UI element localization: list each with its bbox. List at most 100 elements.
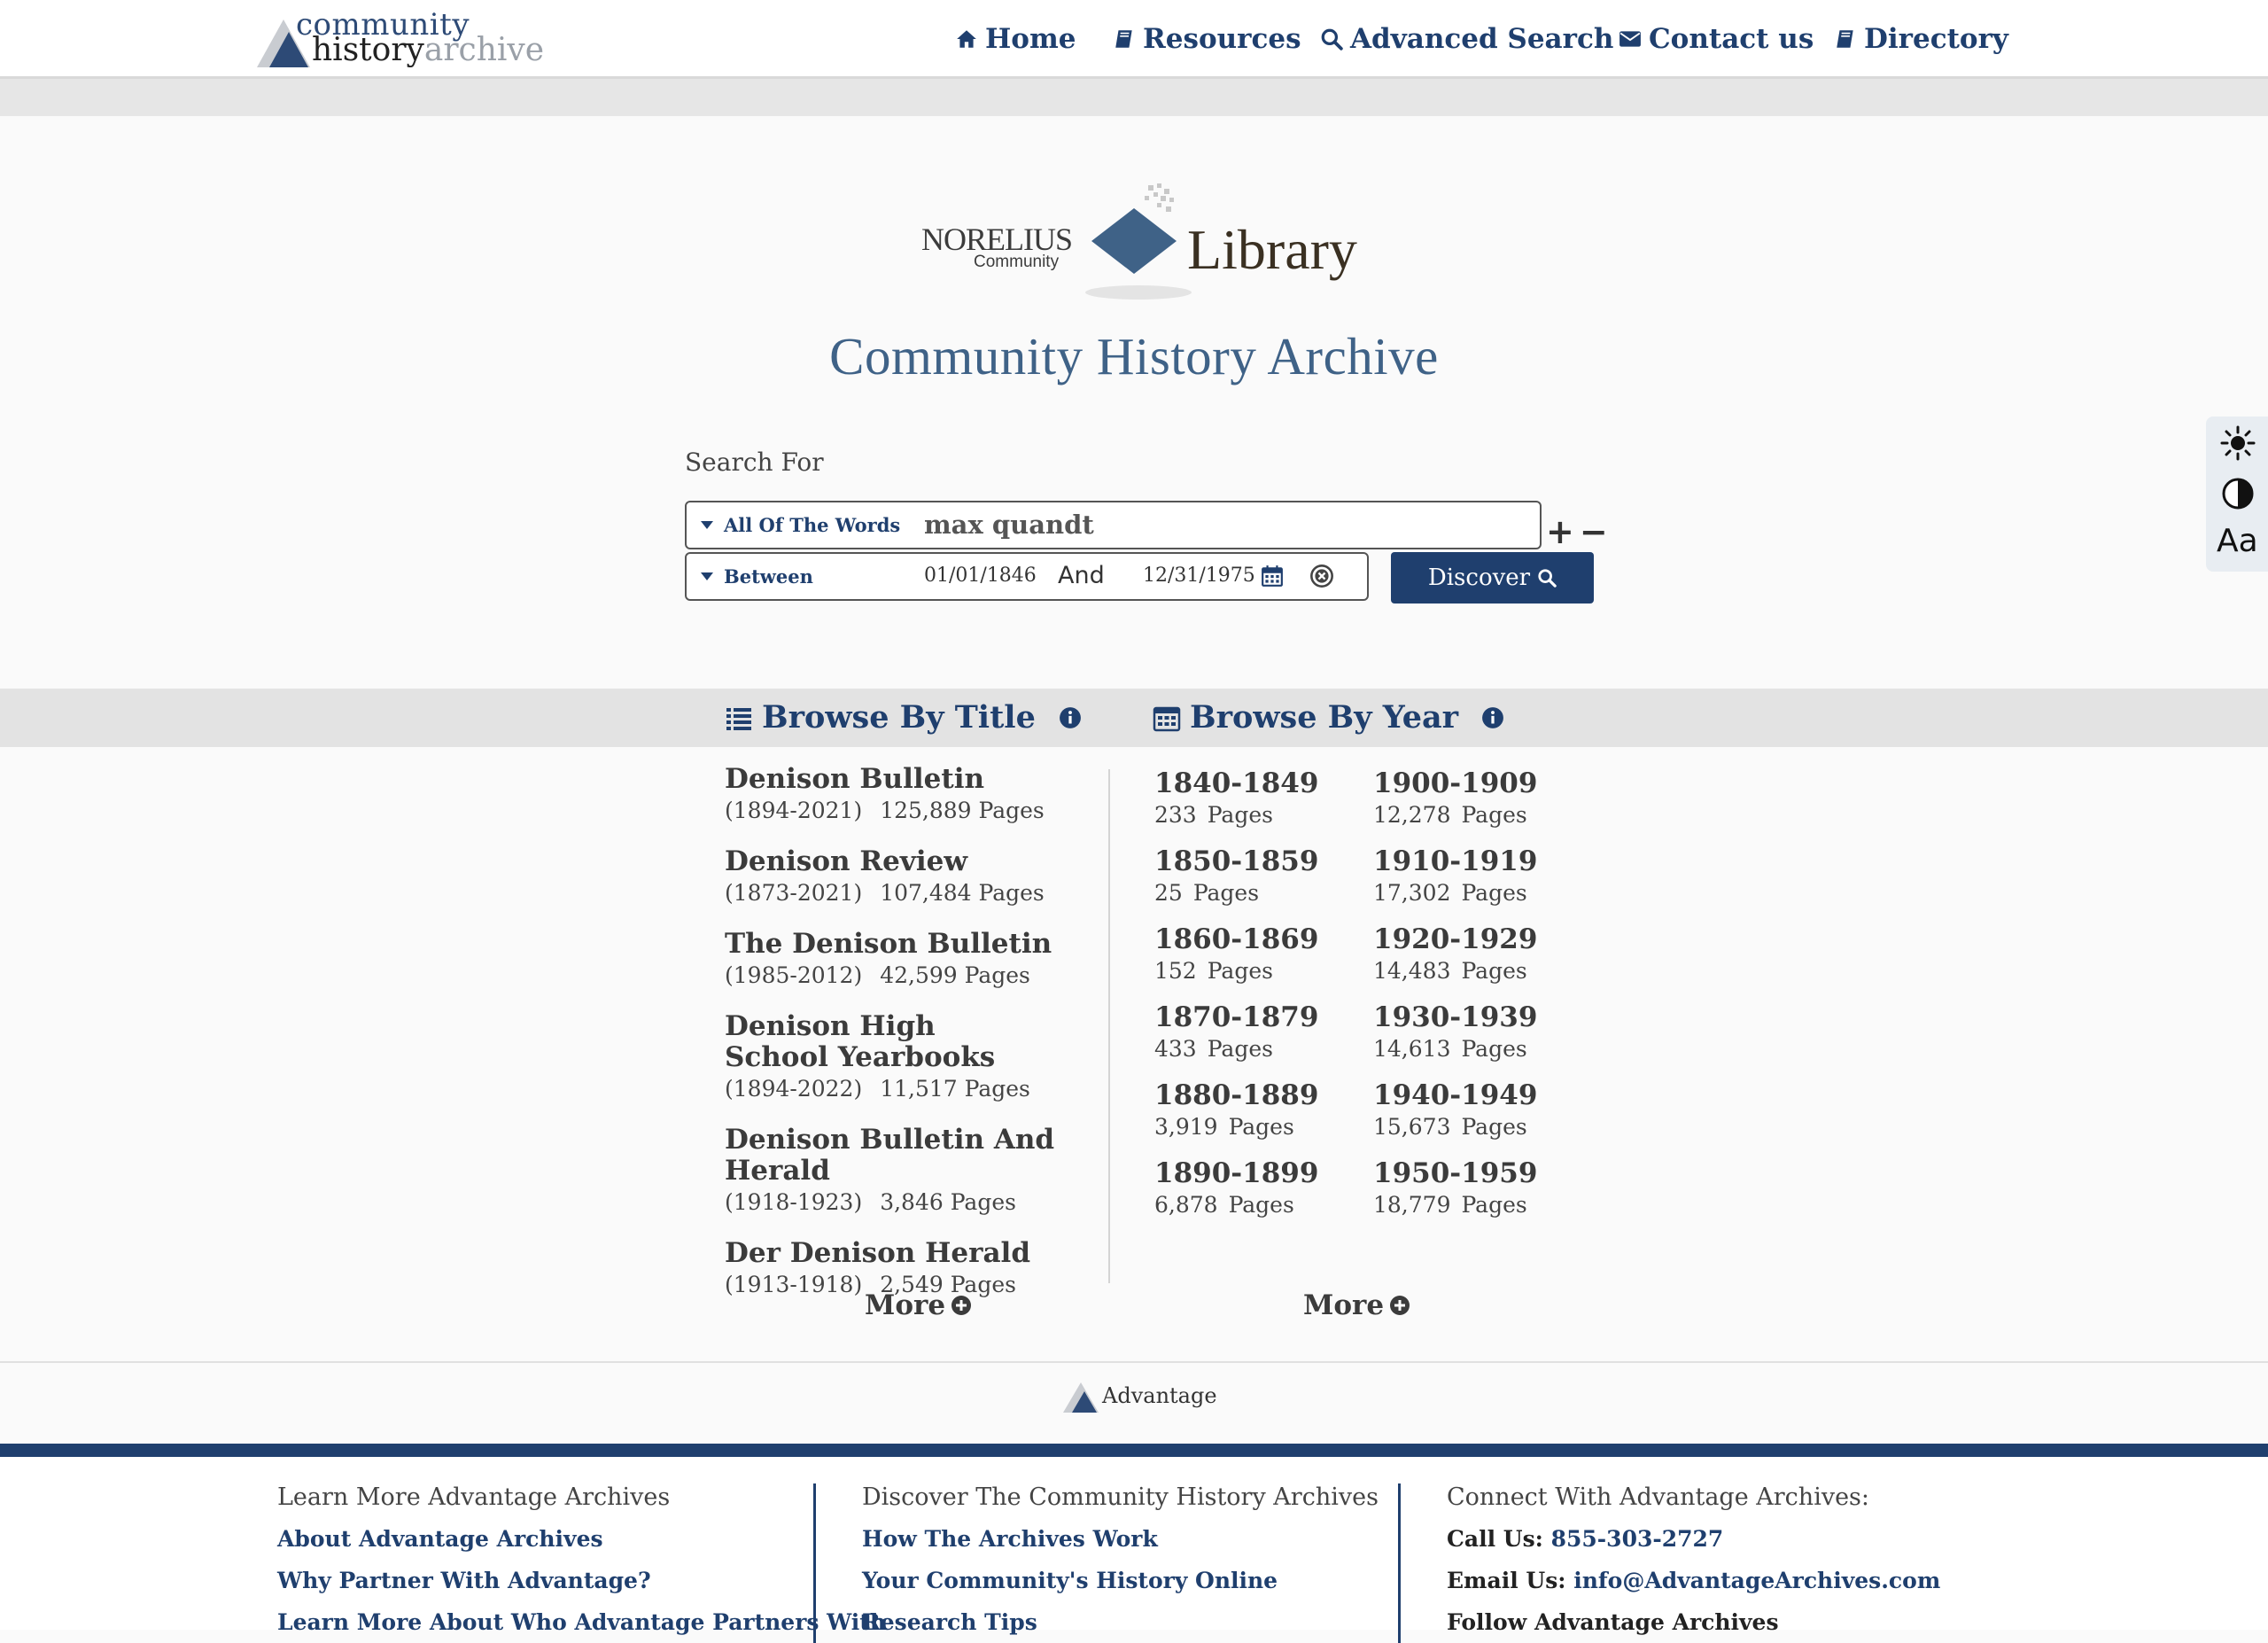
nav-directory-label: Directory bbox=[1864, 23, 2008, 55]
add-row-button[interactable]: + bbox=[1546, 512, 1580, 551]
section-divider bbox=[0, 1361, 2268, 1363]
search-mode-dropdown[interactable]: All Of The Words bbox=[701, 502, 900, 548]
more-titles-button[interactable]: More bbox=[865, 1289, 972, 1321]
date-to-input[interactable]: 12/31/1975 bbox=[1143, 565, 1255, 587]
title-name: Denison High School Yearbooks bbox=[725, 1010, 996, 1073]
brightness-icon[interactable] bbox=[2220, 425, 2256, 461]
search-query-row: All Of The Words max quandt bbox=[685, 501, 1542, 549]
title-list: Denison Bulletin (1894-2021) 125,889 Page… bbox=[725, 764, 1097, 1320]
year-item[interactable]: 1940-1949 15,673 Pages bbox=[1373, 1079, 1568, 1143]
year-item[interactable]: 1880-1889 3,919 Pages bbox=[1154, 1079, 1349, 1143]
title-item[interactable]: Denison High School Yearbooks (1894-2022… bbox=[725, 1011, 1097, 1105]
footer-divider bbox=[813, 1483, 816, 1643]
nav-home-label: Home bbox=[985, 23, 1076, 55]
year-item[interactable]: 1890-1899 6,878 Pages bbox=[1154, 1157, 1349, 1221]
phone-link[interactable]: 855-303-2727 bbox=[1551, 1526, 1724, 1552]
footer-heading: Discover The Community History Archives bbox=[862, 1483, 1379, 1511]
caret-down-icon bbox=[701, 572, 713, 580]
footer-divider bbox=[1398, 1483, 1401, 1643]
header-divider-band bbox=[0, 79, 2268, 116]
footer-col-discover: Discover The Community History Archives … bbox=[862, 1476, 1379, 1643]
list-icon bbox=[726, 707, 751, 730]
title-item[interactable]: Denison Bulletin And Herald (1918-1923) 3… bbox=[725, 1125, 1097, 1219]
text-size-button[interactable]: Aa bbox=[2217, 523, 2258, 559]
nav-resources[interactable]: Resources bbox=[1113, 23, 1301, 55]
footer-link[interactable]: About Advantage Archives bbox=[277, 1518, 886, 1560]
title-item[interactable]: Denison Review (1873-2021) 107,484 Pages bbox=[725, 846, 1097, 909]
plus-circle-icon bbox=[951, 1296, 972, 1315]
add-remove-row-controls: +− bbox=[1546, 512, 1613, 551]
discover-label: Discover bbox=[1427, 565, 1531, 591]
nav-home[interactable]: Home bbox=[955, 23, 1076, 55]
advantage-logo-text: Advantage bbox=[1102, 1383, 1217, 1408]
nav-advanced-search-label: Advanced Search bbox=[1350, 23, 1614, 55]
year-item[interactable]: 1910-1919 17,302 Pages bbox=[1373, 845, 1568, 909]
year-item[interactable]: 1870-1879 433 Pages bbox=[1154, 1001, 1349, 1065]
browse-by-title-label: Browse By Title bbox=[762, 699, 1036, 736]
plus-circle-icon bbox=[1390, 1296, 1410, 1315]
footer-follow: Follow Advantage Archives bbox=[1447, 1609, 1779, 1635]
info-icon[interactable] bbox=[1481, 706, 1504, 729]
site-footer: Learn More Advantage Archives About Adva… bbox=[0, 1444, 2268, 1643]
year-item[interactable]: 1950-1959 18,779 Pages bbox=[1373, 1157, 1568, 1221]
more-label: More bbox=[865, 1289, 946, 1321]
calendar-icon bbox=[1153, 706, 1181, 731]
footer-link[interactable]: Your Community's History Online bbox=[862, 1560, 1379, 1601]
browse-divider bbox=[1108, 769, 1110, 1283]
logo-community: Community bbox=[974, 253, 1060, 271]
year-item[interactable]: 1930-1939 14,613 Pages bbox=[1373, 1001, 1568, 1065]
remove-row-button[interactable]: − bbox=[1580, 512, 1613, 551]
date-from-input[interactable]: 01/01/1846 bbox=[924, 565, 1037, 587]
envelope-icon bbox=[1619, 31, 1641, 47]
year-item[interactable]: 1920-1929 14,483 Pages bbox=[1373, 923, 1568, 987]
footer-col-connect: Connect With Advantage Archives: Call Us… bbox=[1447, 1476, 1940, 1643]
browse-by-year-heading: Browse By Year bbox=[1153, 699, 1504, 736]
date-mode-dropdown[interactable]: Between bbox=[701, 554, 813, 599]
logo-library: Library bbox=[1187, 218, 1357, 281]
clear-dates-icon[interactable] bbox=[1309, 564, 1334, 588]
norelius-library-logo: NORELIUS Community Library bbox=[917, 182, 1357, 306]
footer-col-learn-more: Learn More Advantage Archives About Adva… bbox=[277, 1476, 886, 1643]
book-icon bbox=[1115, 30, 1132, 48]
date-and-label: And bbox=[1058, 562, 1105, 589]
more-label: More bbox=[1303, 1289, 1385, 1321]
footer-email: Email Us: info@AdvantageArchives.com bbox=[1447, 1568, 1941, 1593]
nav-directory[interactable]: Directory bbox=[1834, 23, 2008, 55]
home-icon bbox=[957, 30, 976, 48]
title-meta: (1894-2021) 125,889 Pages bbox=[725, 798, 1045, 823]
footer-link[interactable]: Research Tips bbox=[862, 1601, 1379, 1643]
mountain-logo-icon bbox=[1063, 1382, 1099, 1413]
email-link[interactable]: info@AdvantageArchives.com bbox=[1573, 1568, 1940, 1593]
title-item[interactable]: The Denison Bulletin (1985-2012) 42,599 P… bbox=[725, 929, 1097, 992]
footer-link[interactable]: Why Partner With Advantage? bbox=[277, 1560, 886, 1601]
title-meta: (1985-2012) 42,599 Pages bbox=[725, 962, 1030, 988]
discover-button[interactable]: Discover bbox=[1391, 552, 1594, 603]
nav-contact-us[interactable]: Contact us bbox=[1619, 23, 1814, 55]
accessibility-toolbar: Aa bbox=[2206, 417, 2268, 572]
title-name: Denison Review bbox=[725, 845, 968, 877]
year-item[interactable]: 1900-1909 12,278 Pages bbox=[1373, 767, 1568, 831]
more-years-button[interactable]: More bbox=[1303, 1289, 1410, 1321]
nav-advanced-search[interactable]: Advanced Search bbox=[1320, 23, 1613, 55]
advantage-logo[interactable]: Advantage bbox=[1063, 1376, 1217, 1415]
calendar-icon[interactable] bbox=[1261, 565, 1284, 588]
main-nav: Home Resources Advanced Search Contact u… bbox=[0, 23, 2268, 58]
search-for-label: Search For bbox=[685, 448, 824, 477]
book-icon bbox=[1837, 30, 1853, 48]
title-name: The Denison Bulletin bbox=[725, 928, 1052, 960]
search-input[interactable]: max quandt bbox=[924, 510, 1094, 540]
browse-by-year-label: Browse By Year bbox=[1190, 699, 1459, 736]
footer-heading: Learn More Advantage Archives bbox=[277, 1483, 671, 1511]
date-range-row: Between 01/01/1846 And 12/31/1975 bbox=[685, 552, 1369, 601]
year-item[interactable]: 1850-1859 25 Pages bbox=[1154, 845, 1349, 909]
year-item[interactable]: 1840-1849 233 Pages bbox=[1154, 767, 1349, 831]
title-item[interactable]: Denison Bulletin (1894-2021) 125,889 Page… bbox=[725, 764, 1097, 827]
footer-link[interactable]: How The Archives Work bbox=[862, 1518, 1379, 1560]
title-name: Denison Bulletin bbox=[725, 763, 985, 795]
info-icon[interactable] bbox=[1059, 706, 1082, 729]
title-meta: (1918-1923) 3,846 Pages bbox=[725, 1189, 1016, 1215]
contrast-icon[interactable] bbox=[2220, 476, 2256, 511]
year-item[interactable]: 1860-1869 152 Pages bbox=[1154, 923, 1349, 987]
footer-link[interactable]: Learn More About Who Advantage Partners … bbox=[277, 1601, 886, 1643]
search-mode-label: All Of The Words bbox=[724, 514, 901, 536]
